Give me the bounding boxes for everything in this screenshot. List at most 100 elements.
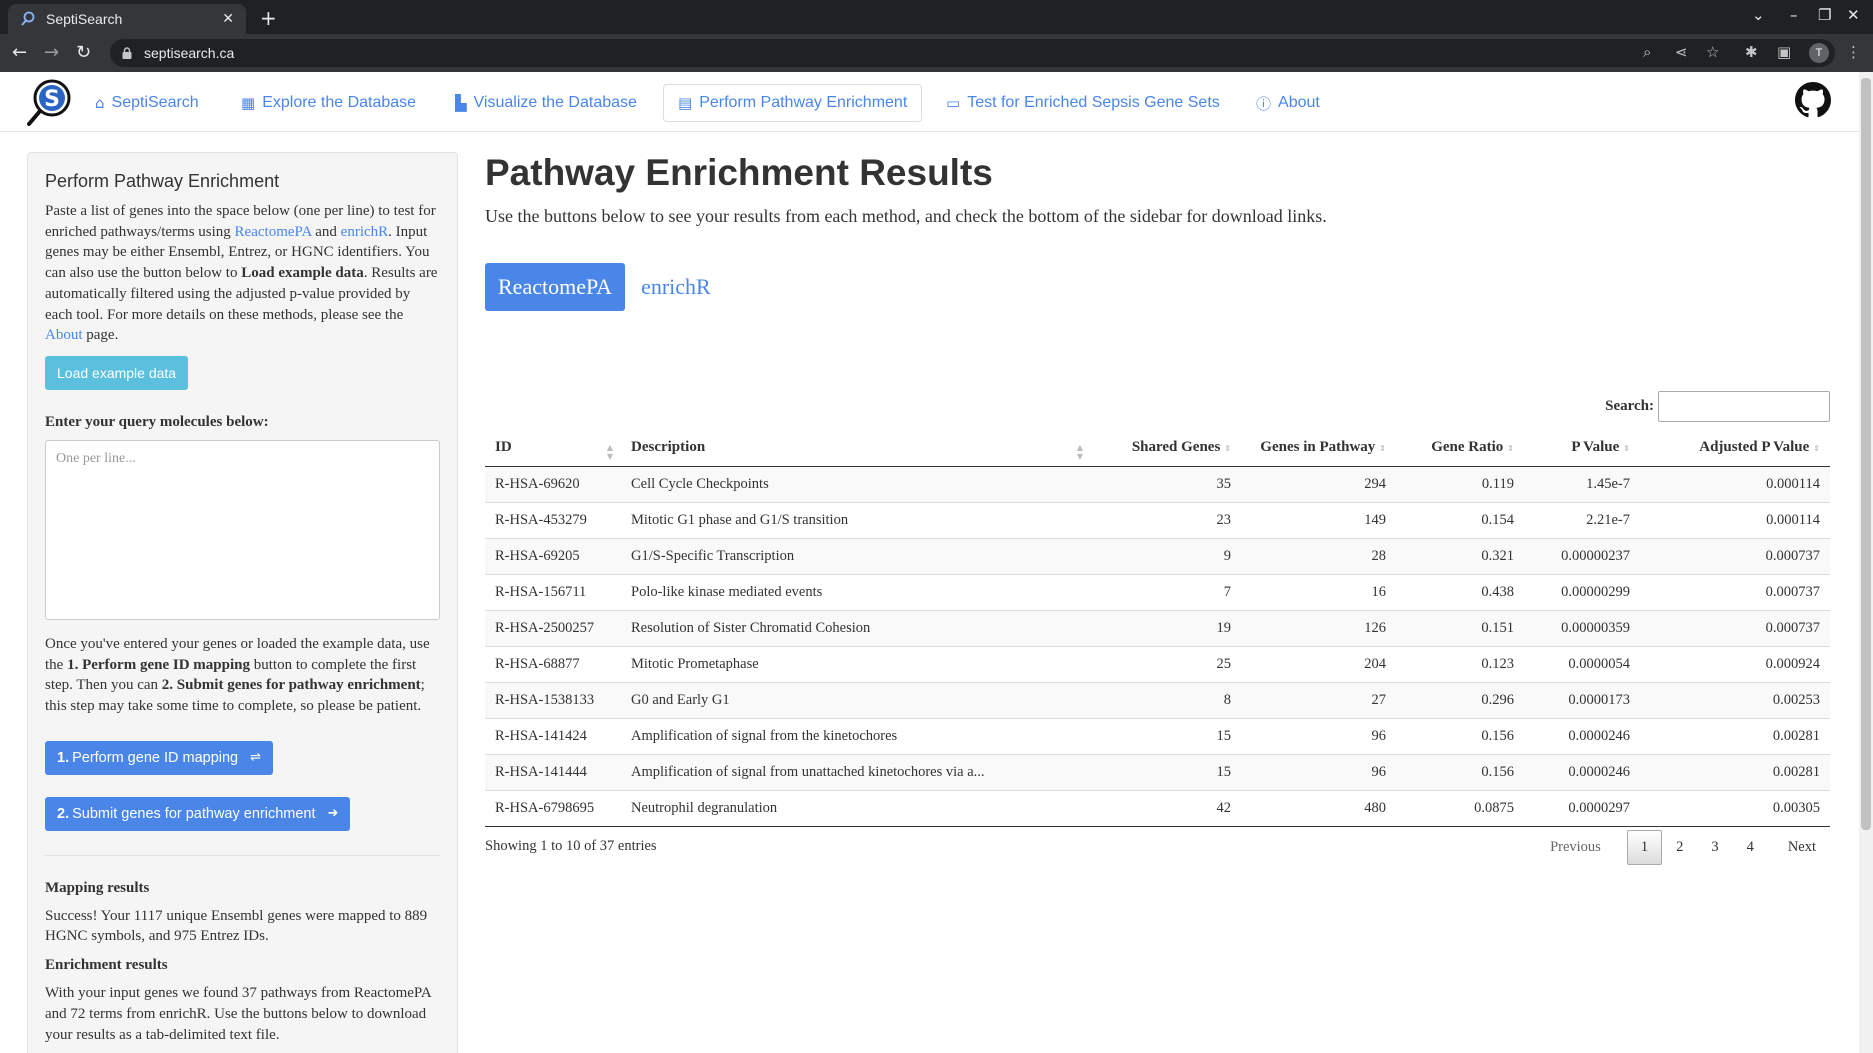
cell-description: Cell Cycle Checkpoints [621, 466, 1091, 503]
col-shared-genes[interactable]: Shared Genes ⇕ [1091, 429, 1241, 467]
extensions-icon[interactable]: ✱ [1745, 43, 1758, 61]
table-body: R-HSA-69620 Cell Cycle Checkpoints 35 294 0.… [485, 466, 1830, 827]
cell-id: R-HSA-2500257 [485, 610, 621, 647]
kebab-menu-icon[interactable]: ⋮ [1846, 43, 1861, 61]
cell-shared: 9 [1091, 538, 1241, 575]
cell-description: Polo-like kinase mediated events [621, 574, 1091, 611]
tab-search-chevron-icon[interactable]: ⌄ [1752, 6, 1765, 24]
col-description[interactable]: Description ▲ ▼ [621, 429, 1091, 467]
nav-pathway-enrichment[interactable]: ▤ Perform Pathway Enrichment [663, 84, 923, 122]
table-row[interactable]: R-HSA-141444 Amplification of signal from… [485, 754, 1830, 791]
new-tab-icon[interactable]: + [260, 6, 277, 30]
pagination-page[interactable]: 4 [1733, 830, 1768, 865]
cell-pvalue: 0.00000237 [1524, 538, 1640, 575]
main-content: Pathway Enrichment Results Use the butto… [485, 152, 1830, 865]
table-row[interactable]: R-HSA-1538133 G0 and Early G1 8 27 0.296 0.00… [485, 682, 1830, 719]
nav-visualize[interactable]: ▙ Visualize the Database [440, 84, 652, 122]
page-scrollbar[interactable] [1859, 72, 1873, 1053]
sidebar-instructions: Once you've entered your genes or loaded… [45, 634, 440, 717]
tab-reactomepa[interactable]: ReactomePA [485, 263, 626, 311]
cell-id: R-HSA-6798695 [485, 790, 621, 827]
search-favicon-icon [21, 11, 35, 26]
close-tab-icon[interactable]: ✕ [222, 11, 234, 27]
nav-home[interactable]: ⌂ SeptiSearch [80, 84, 214, 122]
cell-in-pathway: 28 [1241, 538, 1396, 575]
about-link[interactable]: About [45, 327, 83, 343]
table-row[interactable]: R-HSA-68877 Mitotic Prometaphase 25 204 0.12… [485, 646, 1830, 683]
forward-icon[interactable]: → [44, 42, 59, 63]
tab-enrichr[interactable]: enrichR [628, 263, 724, 311]
nav-test-label: Test for Enriched Sepsis Gene Sets [967, 94, 1220, 111]
intro-bold-text: Load example data [241, 265, 364, 282]
reactomepa-link[interactable]: ReactomePA [235, 224, 312, 240]
cell-pvalue: 0.0000297 [1524, 790, 1640, 827]
nav-about[interactable]: ⓘ About [1241, 84, 1335, 122]
btn2-number: 2. [57, 805, 70, 822]
signs-icon: ⇌ [250, 750, 262, 766]
address-bar[interactable]: septisearch.ca [110, 39, 1835, 67]
nav-explore[interactable]: ▦ Explore the Database [226, 84, 431, 122]
enrichr-link[interactable]: enrichR [341, 224, 388, 240]
share-icon[interactable]: ⋖ [1675, 43, 1688, 61]
nav-test-enriched[interactable]: ▭ Test for Enriched Sepsis Gene Sets [931, 84, 1235, 122]
bookmark-star-icon[interactable]: ☆ [1706, 43, 1719, 61]
sidebar-title: Perform Pathway Enrichment [45, 171, 280, 191]
septisearch-logo[interactable]: S [26, 78, 72, 128]
side-panel-icon[interactable]: ▣ [1777, 43, 1791, 61]
cell-description: Resolution of Sister Chromatid Cohesion [621, 610, 1091, 647]
col-genes-in-pathway[interactable]: Genes in Pathway ⇕ [1241, 429, 1396, 467]
cell-pvalue: 0.00000359 [1524, 610, 1640, 647]
cell-description: G1/S-Specific Transcription [621, 538, 1091, 575]
mapping-results-title: Mapping results [45, 879, 150, 896]
reload-icon[interactable]: ↻ [76, 42, 91, 63]
laptop-icon: ▭ [946, 94, 961, 112]
cell-pvalue: 0.00000299 [1524, 574, 1640, 611]
browser-tab[interactable]: SeptiSearch ✕ [8, 4, 246, 34]
github-icon[interactable] [1795, 82, 1831, 118]
table-row[interactable]: R-HSA-6798695 Neutrophil degranulation 42 4… [485, 790, 1830, 827]
pagination-next[interactable]: Next [1774, 830, 1830, 865]
browser-toolbar: ← → ↻ septisearch.ca ⌕ ⋖ ☆ ✱ ▣ T ⋮ [0, 34, 1873, 72]
cell-shared: 15 [1091, 754, 1241, 791]
query-textarea[interactable]: One per line... [45, 439, 440, 620]
col-p-value[interactable]: P Value ⇕ [1524, 429, 1640, 467]
lock-icon [122, 47, 132, 59]
col-gene-ratio[interactable]: Gene Ratio ⇕ [1396, 429, 1524, 467]
col-label: Gene Ratio [1431, 439, 1504, 455]
table-row[interactable]: R-HSA-156711 Polo-like kinase mediated ev… [485, 574, 1830, 611]
table-row[interactable]: R-HSA-69205 G1/S-Specific Transcription 9 2… [485, 538, 1830, 575]
zoom-icon[interactable]: ⌕ [1643, 43, 1651, 61]
pagination-previous[interactable]: Previous [1536, 830, 1615, 865]
col-id[interactable]: ID ▲ ▼ [485, 429, 621, 467]
sort-icon: ⇕ [1813, 444, 1820, 453]
instr-bold-text: 2. Submit genes for pathway enrichment [161, 677, 421, 694]
cell-ratio: 0.156 [1396, 718, 1524, 755]
pagination-page[interactable]: 2 [1662, 830, 1697, 865]
submit-enrichment-button[interactable]: 2. Submit genes for pathway enrichment ➜ [45, 796, 351, 831]
table-row[interactable]: R-HSA-69620 Cell Cycle Checkpoints 35 294 0.… [485, 466, 1830, 503]
minimize-icon[interactable]: – [1790, 6, 1798, 24]
cell-adj-pvalue: 0.000924 [1640, 646, 1830, 683]
cell-ratio: 0.151 [1396, 610, 1524, 647]
table-row[interactable]: R-HSA-453279 Mitotic G1 phase and G1/S tr… [485, 502, 1830, 539]
back-icon[interactable]: ← [12, 42, 27, 63]
table-row[interactable]: R-HSA-141424 Amplification of signal from… [485, 718, 1830, 755]
load-example-button[interactable]: Load example data [45, 355, 189, 390]
perform-mapping-button[interactable]: 1. Perform gene ID mapping ⇌ [45, 740, 274, 775]
col-adjusted-p-value[interactable]: Adjusted P Value ⇕ [1640, 429, 1830, 467]
svg-text:S: S [44, 87, 60, 112]
table-row[interactable]: R-HSA-2500257 Resolution of Sister Chroma… [485, 610, 1830, 647]
col-label: ID [495, 439, 512, 455]
profile-avatar[interactable]: T [1809, 43, 1829, 63]
cell-id: R-HSA-156711 [485, 574, 621, 611]
pagination-page[interactable]: 3 [1697, 830, 1732, 865]
cell-in-pathway: 96 [1241, 754, 1396, 791]
scrollbar-thumb[interactable] [1861, 78, 1871, 830]
cell-id: R-HSA-453279 [485, 502, 621, 539]
close-window-icon[interactable]: ✕ [1847, 6, 1860, 24]
pagination-page[interactable]: 1 [1626, 830, 1663, 865]
cell-ratio: 0.0875 [1396, 790, 1524, 827]
search-input[interactable] [1658, 391, 1830, 422]
restore-icon[interactable]: ❐ [1818, 6, 1831, 24]
btn1-number: 1. [57, 749, 70, 766]
